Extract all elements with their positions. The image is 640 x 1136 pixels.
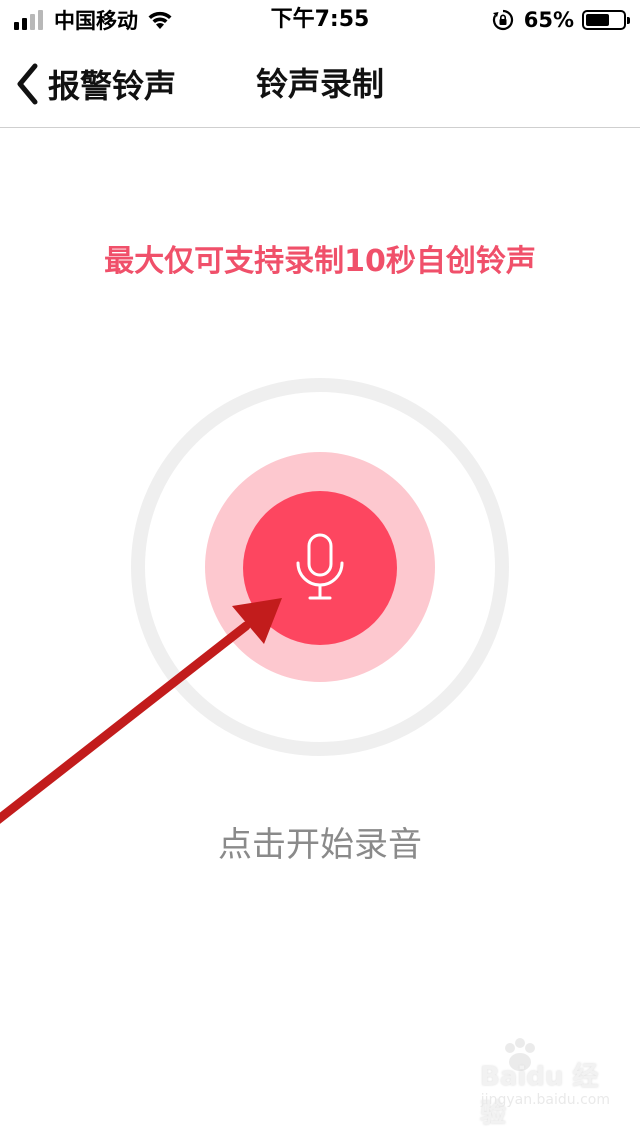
navigation-bar: 报警铃声 铃声录制 (0, 40, 640, 128)
record-button[interactable] (243, 491, 397, 645)
recording-limit-hint: 最大仅可支持录制10秒自创铃声 (104, 244, 536, 279)
ringtone-record-screen: 中国移动 下午7:55 65% 报警铃声 铃声录制 最大仅可支持录制10秒自创铃… (0, 0, 640, 1136)
baidu-watermark: Baidu 经验 jingyan.baidu.com (480, 1036, 610, 1129)
microphone-icon (296, 533, 344, 600)
battery-icon (582, 10, 630, 30)
start-recording-label: 点击开始录音 (218, 825, 422, 865)
page-title: 铃声录制 (255, 65, 384, 103)
status-bar: 中国移动 下午7:55 65% (0, 0, 640, 40)
rotation-lock-icon (492, 9, 513, 31)
watermark-url: jingyan.baidu.com (480, 1092, 610, 1108)
battery-percent: 65% (523, 8, 574, 32)
status-right: 65% (492, 6, 630, 34)
